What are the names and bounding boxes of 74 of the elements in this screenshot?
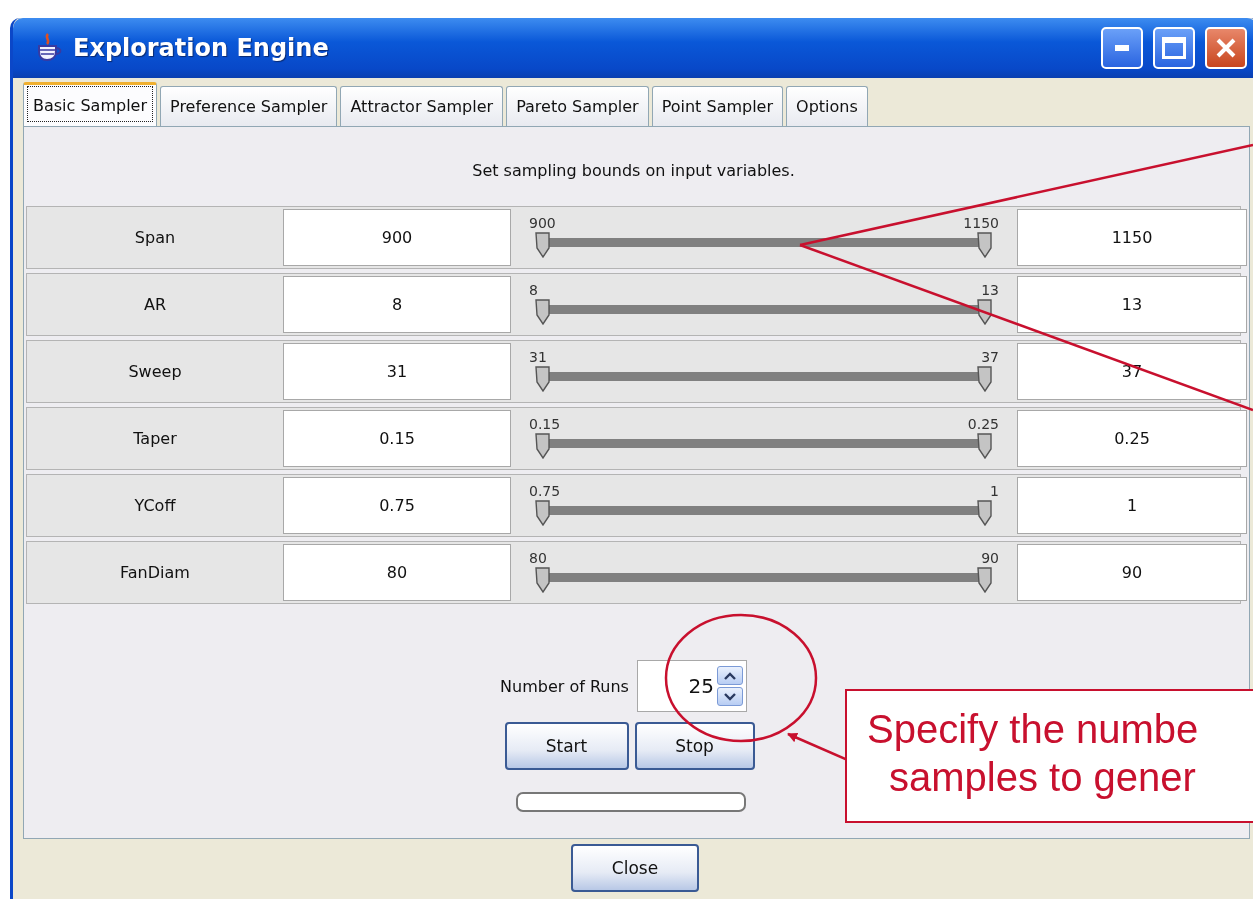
slider-min-label: 8: [529, 280, 538, 299]
max-value-field[interactable]: 1: [1017, 477, 1247, 534]
slider-max-label: 37: [981, 347, 999, 366]
slider-thumb[interactable]: [977, 499, 993, 526]
action-button[interactable]: Start: [504, 722, 629, 770]
min-value-field[interactable]: 8: [283, 276, 511, 333]
max-value-field[interactable]: 90: [1017, 544, 1247, 601]
maximize-icon: [1162, 37, 1186, 59]
max-value-field[interactable]: 1150: [1017, 209, 1247, 266]
min-value-field[interactable]: 80: [283, 544, 511, 601]
slider-thumb[interactable]: [977, 231, 993, 258]
max-value-field[interactable]: 0.25: [1017, 410, 1247, 467]
slider-thumb[interactable]: [535, 231, 551, 258]
variable-name: AR: [143, 295, 167, 314]
tab[interactable]: Basic Sampler: [23, 82, 157, 126]
action-button[interactable]: Stop: [634, 722, 755, 770]
slider-thumb[interactable]: [535, 298, 551, 325]
slider-thumb[interactable]: [977, 432, 993, 459]
slider-max-label: 0.25: [967, 414, 999, 433]
slider-min-label: 31: [529, 347, 547, 366]
range-slider[interactable]: 0.75 1: [515, 475, 1013, 536]
slider-thumb[interactable]: [535, 499, 551, 526]
close-window-button[interactable]: [1205, 27, 1247, 69]
variable-name: Sweep: [128, 362, 182, 381]
range-slider[interactable]: 31 37: [515, 341, 1013, 402]
runs-label: Number of Runs: [500, 676, 629, 696]
slider-max-label: 13: [981, 280, 999, 299]
runs-spinner[interactable]: 25: [636, 660, 747, 712]
slider-thumb[interactable]: [535, 432, 551, 459]
slider-min-label: 0.75: [529, 481, 561, 500]
variable-name: Taper: [133, 429, 177, 448]
tab[interactable]: Preference Sampler: [160, 86, 338, 126]
slider-max-label: 1150: [963, 213, 999, 232]
callout-text: Specify the numbe: [867, 706, 1200, 753]
close-button[interactable]: Close: [571, 844, 699, 892]
slider-min-label: 80: [529, 548, 547, 567]
minimize-button[interactable]: [1101, 27, 1143, 69]
range-slider[interactable]: 8 13: [515, 274, 1013, 335]
min-value-field[interactable]: 0.75: [283, 477, 511, 534]
maximize-button[interactable]: [1153, 27, 1195, 69]
spin-down-button[interactable]: [716, 687, 743, 706]
variable-name: FanDiam: [120, 563, 190, 582]
max-value-field[interactable]: 13: [1017, 276, 1247, 333]
tab[interactable]: Point Sampler: [651, 86, 784, 126]
caret-down-icon: [723, 692, 736, 701]
slider-thumb[interactable]: [977, 566, 993, 593]
slider-thumb[interactable]: [535, 365, 551, 392]
slider-thumb[interactable]: [977, 365, 993, 392]
close-icon: [1215, 37, 1237, 59]
instruction-text: Set sampling bounds on input variables.: [472, 160, 795, 182]
max-value-field[interactable]: 37: [1017, 343, 1247, 400]
window-title: Exploration Engine: [73, 34, 330, 62]
slider-max-label: 1: [990, 481, 999, 500]
minimize-icon: [1115, 45, 1129, 51]
min-value-field[interactable]: 31: [283, 343, 511, 400]
caret-up-icon: [723, 671, 736, 680]
callout-text: samples to gener: [888, 754, 1197, 801]
tab[interactable]: Attractor Sampler: [340, 86, 504, 126]
range-slider[interactable]: 900 1150: [515, 207, 1013, 268]
variable-name: YCoff: [134, 496, 176, 515]
slider-max-label: 90: [981, 548, 999, 567]
tab[interactable]: Options: [786, 86, 868, 126]
slider-thumb[interactable]: [977, 298, 993, 325]
tab[interactable]: Pareto Sampler: [506, 86, 649, 126]
range-slider[interactable]: 80 90: [515, 542, 1013, 603]
slider-thumb[interactable]: [535, 566, 551, 593]
min-value-field[interactable]: 0.15: [283, 410, 511, 467]
slider-min-label: 900: [529, 213, 556, 232]
range-slider[interactable]: 0.15 0.25: [515, 408, 1013, 469]
variable-name: Span: [134, 228, 176, 247]
slider-min-label: 0.15: [529, 414, 561, 433]
spin-up-button[interactable]: [716, 666, 743, 685]
min-value-field[interactable]: 900: [283, 209, 511, 266]
coffee-cup-icon: [35, 33, 63, 63]
